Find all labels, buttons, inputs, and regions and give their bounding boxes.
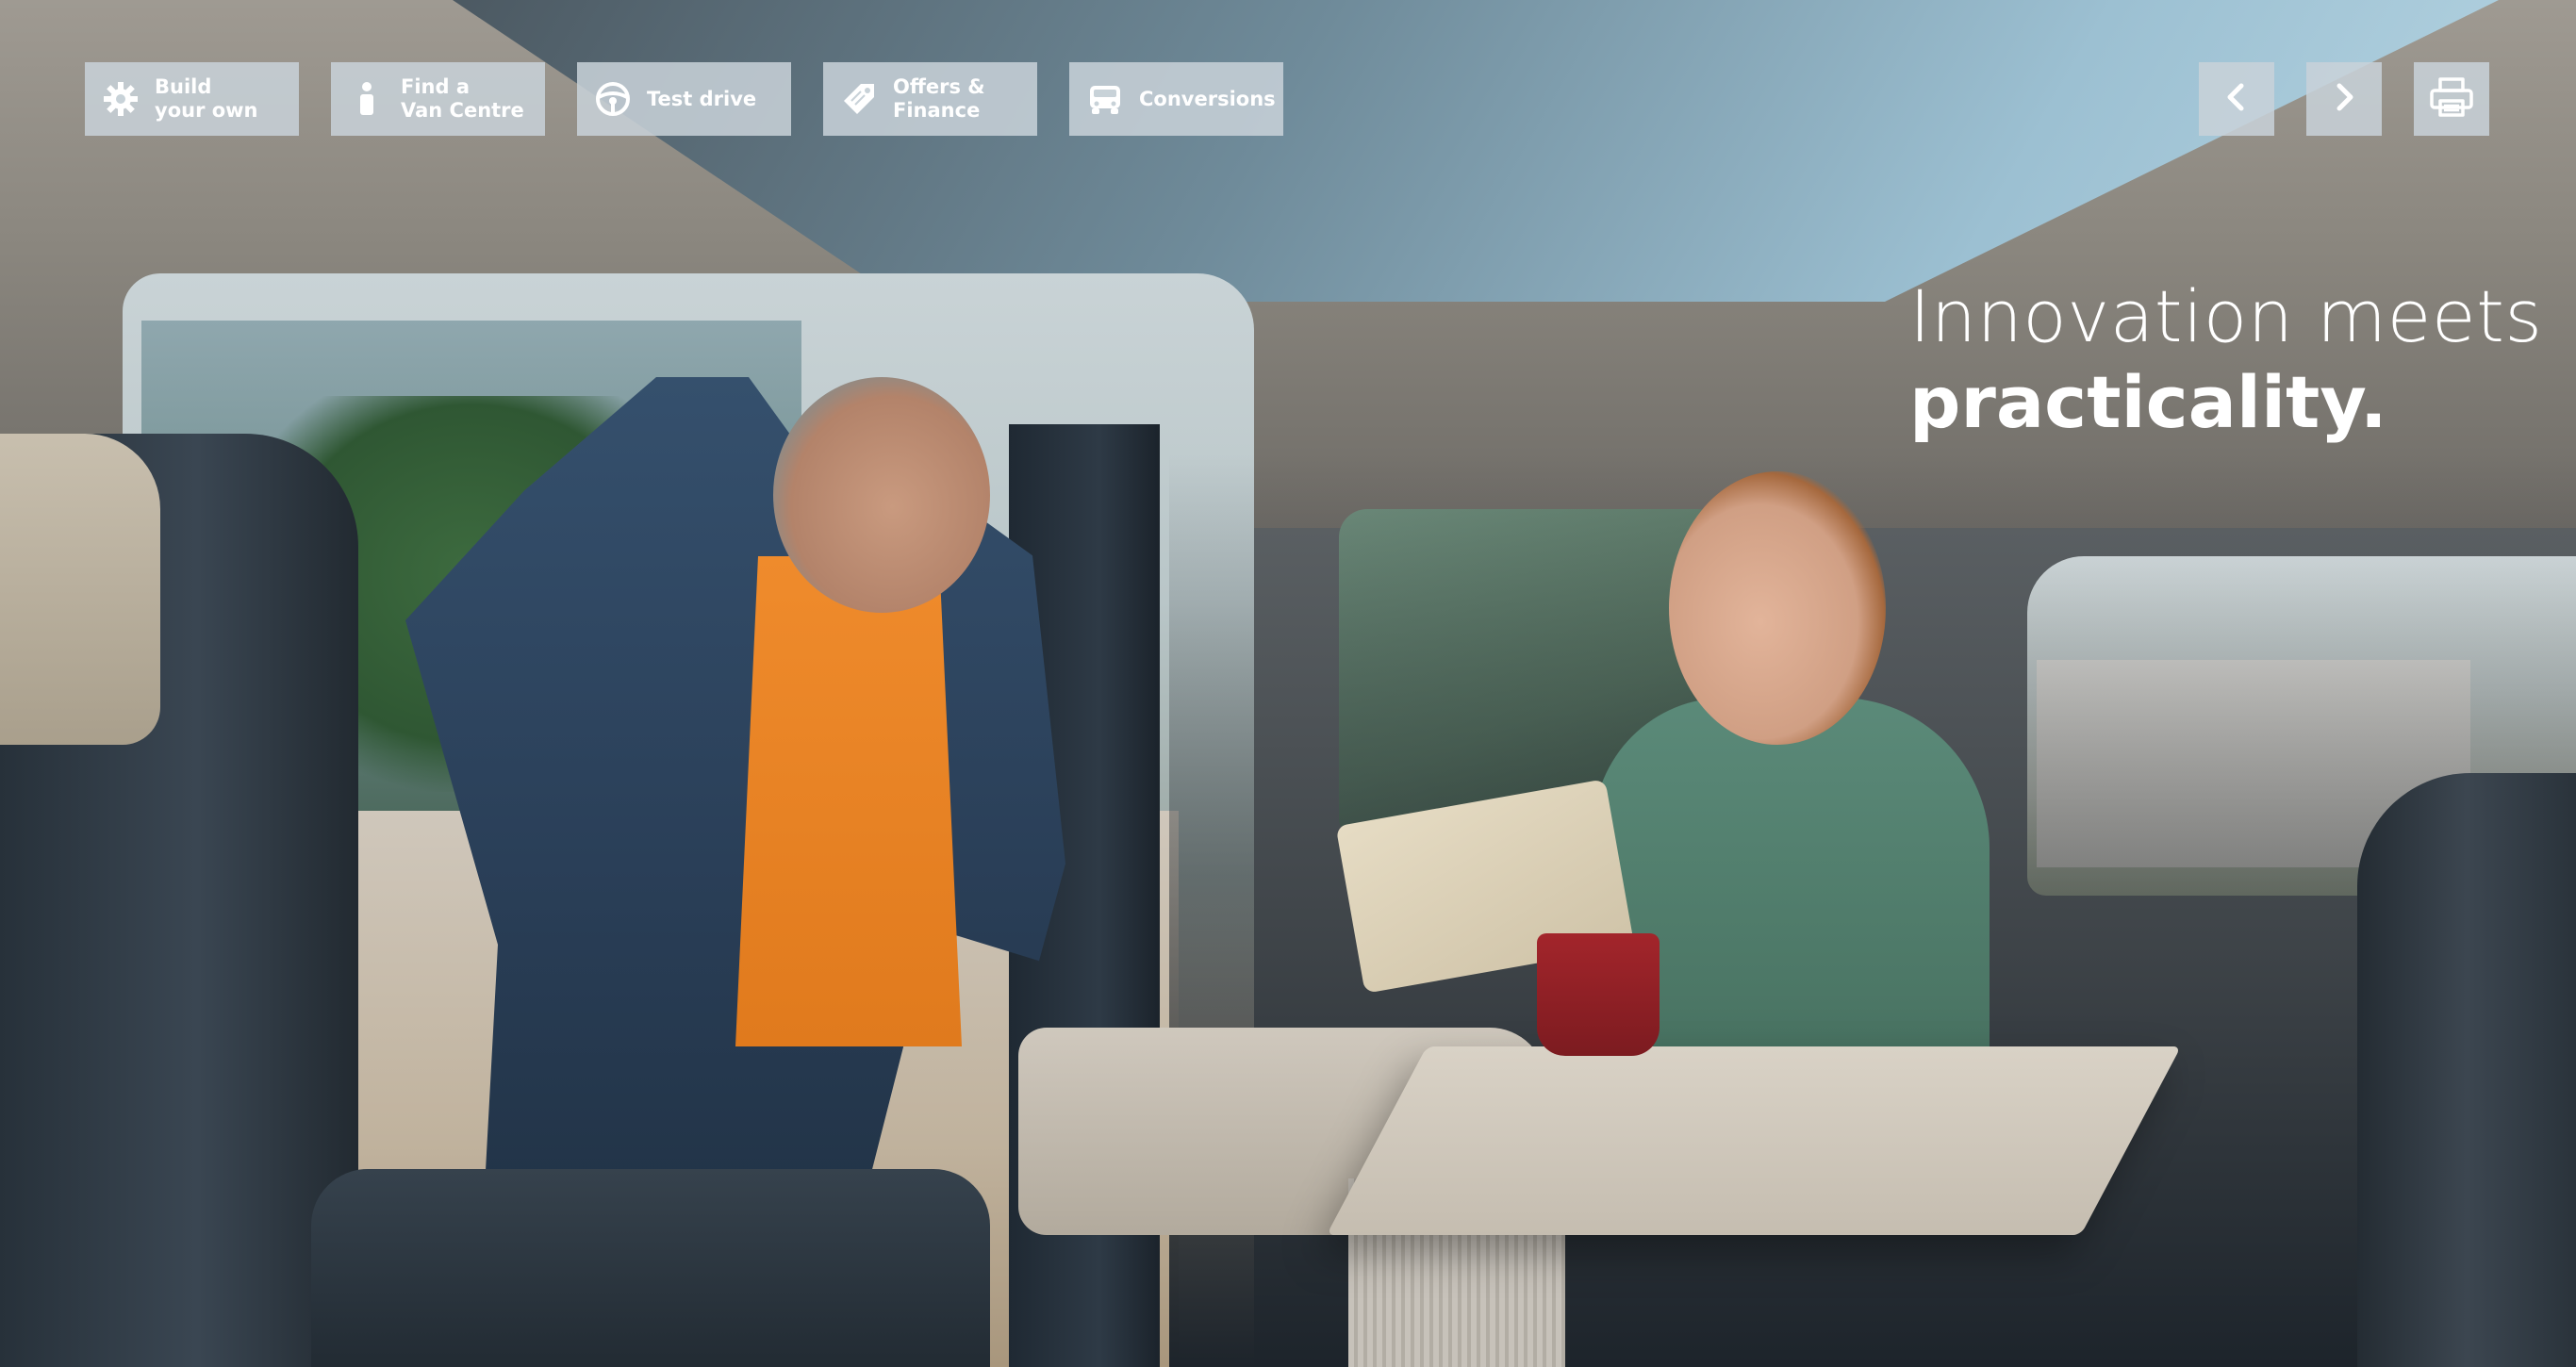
test-drive-label: Test drive [647,87,757,110]
man-head [773,377,990,613]
conversions-button[interactable]: Conversions [1069,62,1283,136]
coffee-cup [1537,933,1660,1056]
price-tag-icon [838,78,880,120]
seat-cushion [311,1169,990,1367]
woman-head [1669,471,1886,745]
conversions-label: Conversions [1139,87,1276,110]
steering-wheel-icon [592,78,634,120]
chevron-right-icon [2328,81,2360,117]
previous-page-button[interactable] [2199,62,2274,136]
find-van-centre-label: Find a Van Centre [401,75,524,122]
headline-light: Innovation meets [1909,274,2543,358]
print-button[interactable] [2414,62,2489,136]
test-drive-button[interactable]: Test drive [577,62,791,136]
printer-icon [2429,76,2474,122]
chevron-left-icon [2221,81,2253,117]
person-icon [346,78,388,120]
page-controls [2199,62,2489,136]
gear-icon [100,78,141,120]
hero-photo [0,0,2576,1367]
seat-right [2357,773,2576,1367]
find-van-centre-button[interactable]: Find a Van Centre [331,62,545,136]
offers-finance-label: Offers & Finance [893,75,985,122]
top-nav: Build your own Find a Van Centre Test dr… [85,62,1283,136]
offers-finance-button[interactable]: Offers & Finance [823,62,1037,136]
next-page-button[interactable] [2306,62,2382,136]
folding-table [1326,1046,2182,1235]
build-your-own-label: Build your own [155,75,258,122]
van-icon [1084,78,1126,120]
man-orange-shirt [735,556,962,1046]
headline-bold: practicality. [1909,360,2387,444]
hero-headline: Innovation meets practicality. [1909,273,2542,445]
front-seat-headrest [0,434,160,745]
build-your-own-button[interactable]: Build your own [85,62,299,136]
